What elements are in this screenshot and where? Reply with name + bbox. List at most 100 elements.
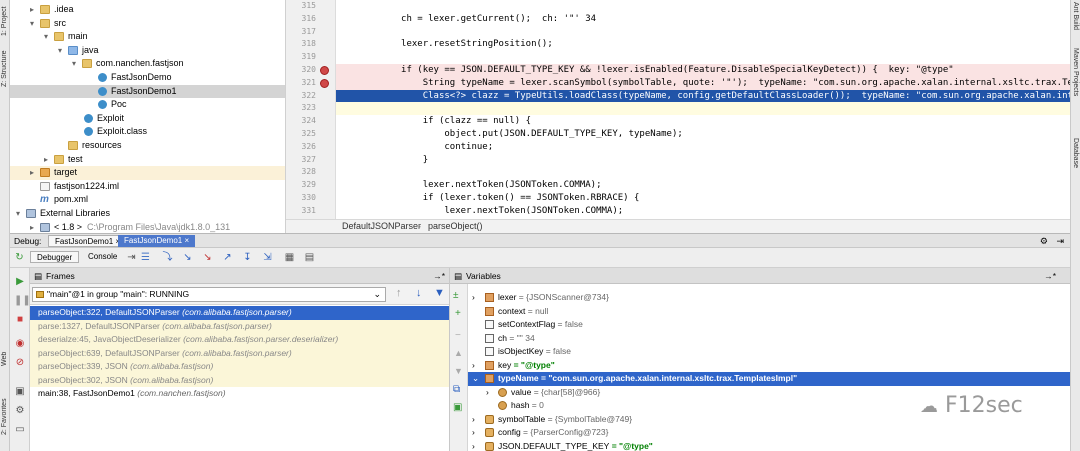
tool-tab-project[interactable]: 1: Project bbox=[0, 2, 10, 40]
tree-item-test[interactable]: ▸ test bbox=[10, 153, 285, 167]
add-watch-icon[interactable]: + bbox=[455, 308, 461, 319]
tree-item-package[interactable]: ▾ com.nanchen.fastjson bbox=[10, 57, 285, 71]
chevron-down-icon[interactable]: ▾ bbox=[42, 30, 50, 44]
view-breakpoints-icon[interactable]: ◉ bbox=[14, 338, 26, 350]
panel-pin-icon[interactable]: →* bbox=[433, 268, 445, 284]
variable-row[interactable]: setContextFlag = false bbox=[468, 318, 1070, 332]
move-down-icon[interactable]: ▼ bbox=[454, 366, 463, 376]
resume-icon[interactable]: ▶ bbox=[14, 276, 26, 288]
filter-icon[interactable]: ▼ bbox=[434, 287, 445, 299]
breadcrumb-class[interactable]: DefaultJSONParser bbox=[342, 220, 421, 233]
settings-icon[interactable]: ⚙ bbox=[14, 405, 26, 417]
rerun-icon[interactable]: ↻ bbox=[14, 252, 25, 263]
chevron-right-icon[interactable]: ▸ bbox=[28, 166, 36, 180]
frame-row[interactable]: parseObject:322, DefaultJSONParser (com.… bbox=[30, 306, 449, 320]
frame-row[interactable]: parse:1327, DefaultJSONParser (com.aliba… bbox=[30, 319, 449, 333]
tool-tab-ant-build[interactable]: Ant Build bbox=[1070, 2, 1080, 42]
tool-tab-database[interactable]: Database bbox=[1070, 138, 1080, 178]
chevron-right-icon[interactable]: › bbox=[486, 386, 489, 400]
chevron-right-icon[interactable]: › bbox=[472, 359, 475, 373]
arrow-down-icon[interactable]: ↓ bbox=[416, 287, 422, 299]
thread-selector[interactable]: "main"@1 in group "main": RUNNING ⌄ bbox=[32, 287, 386, 302]
tool-tab-maven-projects[interactable]: Maven Projects bbox=[1070, 48, 1080, 112]
tree-item-pom[interactable]: m pom.xml bbox=[10, 193, 285, 207]
tree-item-poc[interactable]: Poc bbox=[10, 98, 285, 112]
tree-item-resources[interactable]: resources bbox=[10, 139, 285, 153]
pin-icon[interactable]: ⇥ bbox=[126, 252, 137, 263]
chevron-down-icon[interactable]: ▾ bbox=[14, 207, 22, 221]
editor-gutter[interactable]: 315 316 317 318 319 320 321 322 323 324 … bbox=[286, 0, 336, 219]
variable-row[interactable]: › key = "@type" bbox=[468, 359, 1070, 373]
variable-row-selected[interactable]: ⌄ typeName = "com.sun.org.apache.xalan.i… bbox=[468, 372, 1070, 386]
breakpoint-icon[interactable] bbox=[320, 66, 329, 75]
chevron-right-icon[interactable]: ▸ bbox=[28, 3, 36, 17]
frame-row[interactable]: parseObject:339, JSON (com.alibaba.fastj… bbox=[30, 360, 449, 374]
gear-icon[interactable]: ⚙ bbox=[1040, 234, 1048, 248]
evaluate-icon[interactable]: ▦ bbox=[284, 252, 295, 263]
frame-row[interactable]: deserialze:45, JavaObjectDeserializer (c… bbox=[30, 333, 449, 347]
hide-icon[interactable]: ⇥ bbox=[1056, 234, 1064, 248]
tree-item-fastjsondemo1[interactable]: FastJsonDemo1 bbox=[10, 84, 285, 99]
watches-icon[interactable]: ▣ bbox=[453, 402, 462, 413]
tree-item-java[interactable]: ▾ java bbox=[10, 44, 285, 58]
get-thread-dump-icon[interactable]: ▣ bbox=[14, 386, 26, 398]
tree-item-external-libraries[interactable]: ▾ External Libraries bbox=[10, 207, 285, 221]
tab-debugger[interactable]: Debugger bbox=[30, 251, 80, 263]
step-into-icon[interactable]: ↘ bbox=[182, 252, 193, 263]
force-step-into-icon[interactable]: ↘ bbox=[202, 252, 213, 263]
frame-row[interactable]: main:38, FastJsonDemo1 (com.nanchen.fast… bbox=[30, 387, 449, 401]
tree-item-iml[interactable]: fastjson1224.iml bbox=[10, 180, 285, 194]
debug-session-tab[interactable]: FastJsonDemo1 × bbox=[48, 235, 128, 247]
chevron-right-icon[interactable]: ▸ bbox=[42, 153, 50, 167]
move-up-icon[interactable]: ▲ bbox=[454, 348, 463, 358]
variable-row[interactable]: › lexer = {JSONScanner@734} bbox=[468, 291, 1070, 305]
chevron-down-icon[interactable]: ▾ bbox=[70, 57, 78, 71]
arrow-up-icon[interactable]: ↑ bbox=[396, 287, 402, 299]
chevron-right-icon[interactable]: › bbox=[472, 440, 475, 451]
code-editor[interactable]: ch = lexer.getCurrent(); ch: '"' 34 lexe… bbox=[336, 0, 1070, 219]
variable-row[interactable]: › JSON.DEFAULT_TYPE_KEY = "@type" bbox=[468, 440, 1070, 451]
tab-console[interactable]: Console bbox=[82, 251, 123, 263]
tree-item-exploit-class[interactable]: Exploit.class bbox=[10, 125, 285, 139]
run-to-cursor-icon[interactable]: ⇲ bbox=[262, 252, 273, 263]
remove-watch-icon[interactable]: − bbox=[455, 330, 461, 341]
chevron-right-icon[interactable]: ▸ bbox=[28, 221, 36, 233]
chevron-right-icon[interactable]: › bbox=[472, 426, 475, 440]
chevron-down-icon[interactable]: ▾ bbox=[56, 44, 64, 58]
mute-breakpoints-icon[interactable]: ⊘ bbox=[14, 357, 26, 369]
evaluate-expression-icon[interactable]: ± bbox=[453, 290, 459, 301]
tool-tab-favorites[interactable]: 2: Favorites bbox=[0, 392, 10, 442]
chevron-right-icon[interactable]: › bbox=[472, 413, 475, 427]
layout-icon[interactable]: ▤ bbox=[304, 252, 315, 263]
breakpoint-icon[interactable] bbox=[320, 78, 329, 88]
tree-item-jdk[interactable]: ▸ < 1.8 > C:\Program Files\Java\jdk1.8.0… bbox=[10, 221, 285, 233]
step-over-icon[interactable]: ⤵ bbox=[162, 252, 173, 263]
tree-item-idea[interactable]: ▸ .idea bbox=[10, 3, 285, 17]
tool-tab-structure[interactable]: Z: Structure bbox=[0, 44, 10, 94]
stop-icon[interactable]: ■ bbox=[14, 314, 26, 326]
frame-row[interactable]: parseObject:639, DefaultJSONParser (com.… bbox=[30, 346, 449, 360]
breadcrumb-method[interactable]: parseObject() bbox=[428, 220, 483, 233]
variable-row[interactable]: context = null bbox=[468, 305, 1070, 319]
drop-frame-icon[interactable]: ↧ bbox=[242, 252, 253, 263]
pause-icon[interactable]: ❚❚ bbox=[14, 295, 31, 307]
chevron-down-icon[interactable]: ▾ bbox=[28, 17, 36, 31]
chevron-right-icon[interactable]: › bbox=[472, 291, 475, 305]
debug-session-tab-selected[interactable]: FastJsonDemo1 × bbox=[118, 235, 196, 247]
frame-row[interactable]: parseObject:302, JSON (com.alibaba.fastj… bbox=[30, 373, 449, 387]
panel-pin-icon[interactable]: →* bbox=[1044, 268, 1056, 284]
tree-item-fastjsondemo[interactable]: FastJsonDemo bbox=[10, 71, 285, 85]
tree-item-target[interactable]: ▸ target bbox=[10, 166, 285, 180]
tree-item-exploit[interactable]: Exploit bbox=[10, 112, 285, 126]
tree-item-main[interactable]: ▾ main bbox=[10, 30, 285, 44]
chevron-down-icon[interactable]: ⌄ bbox=[472, 372, 479, 386]
tree-item-src[interactable]: ▾ src bbox=[10, 17, 285, 31]
variable-row[interactable]: ch = '"' 34 bbox=[468, 332, 1070, 346]
pin-tab-icon[interactable]: ▭ bbox=[14, 424, 26, 436]
tool-tab-web[interactable]: Web bbox=[0, 348, 10, 370]
show-execution-point-icon[interactable]: ☰ bbox=[140, 252, 151, 263]
variable-row[interactable]: › config = {ParserConfig@723} bbox=[468, 426, 1070, 440]
variable-row[interactable]: isObjectKey = false bbox=[468, 345, 1070, 359]
copy-icon[interactable]: ⧉ bbox=[453, 384, 460, 395]
step-out-icon[interactable]: ↗ bbox=[222, 252, 233, 263]
